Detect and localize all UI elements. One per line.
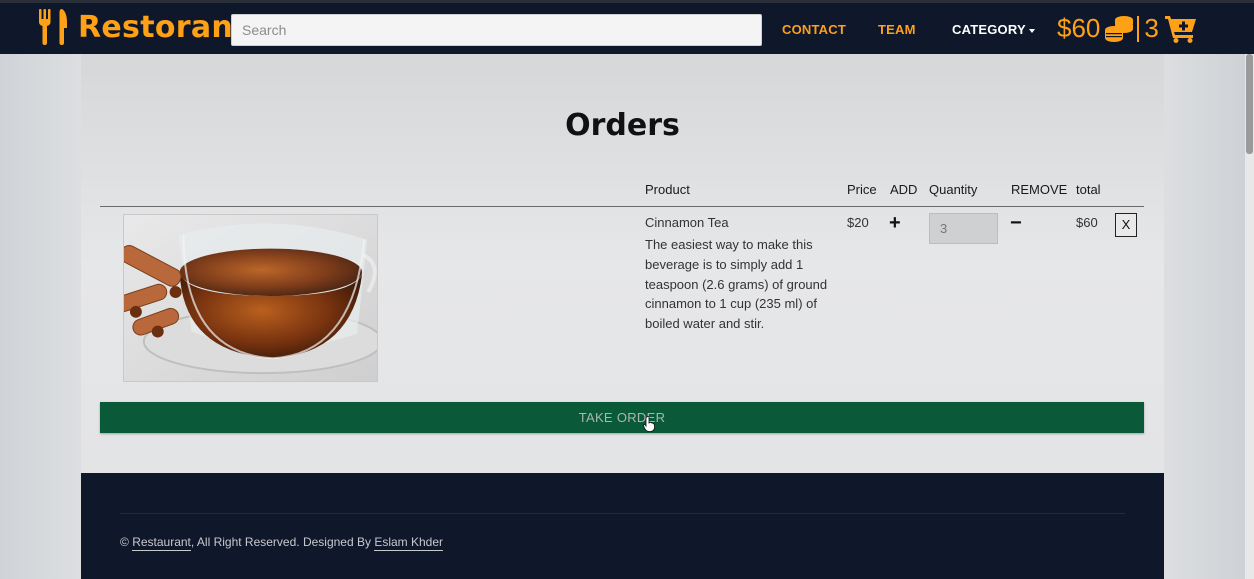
navbar: Restoran CONTACT TEAM CATEGORY $60 3: [0, 0, 1254, 54]
quantity-field[interactable]: [929, 213, 998, 244]
line-total: $60: [1076, 215, 1098, 230]
nav-category-label: CATEGORY: [952, 22, 1026, 37]
copyright-text: © Restaurant, All Right Reserved. Design…: [120, 535, 444, 551]
add-quantity-button[interactable]: +: [889, 213, 901, 233]
product-name: Cinnamon Tea: [645, 215, 729, 230]
remove-quantity-button[interactable]: −: [1010, 213, 1022, 233]
page-title: Orders: [565, 108, 680, 143]
cart-plus-icon[interactable]: [1164, 15, 1197, 43]
site-link[interactable]: Restaurant: [132, 535, 191, 551]
header-product: Product: [645, 182, 690, 197]
divider: [1137, 15, 1140, 42]
table-header-divider: [100, 206, 1144, 207]
header-remove: REMOVE: [1011, 182, 1068, 197]
footer: © Restaurant, All Right Reserved. Design…: [81, 473, 1164, 579]
header-add: ADD: [890, 182, 918, 197]
header-quantity: Quantity: [929, 182, 978, 197]
search-input[interactable]: [231, 14, 762, 46]
utensils-icon: [39, 9, 67, 45]
copyright-middle: , All Right Reserved. Designed By: [190, 535, 375, 549]
header-price: Price: [847, 182, 877, 197]
scrollbar-thumb[interactable]: [1246, 54, 1253, 154]
orders-section: Orders Product Price ADD Quantity REMOVE…: [81, 54, 1164, 473]
copyright-symbol: ©: [120, 535, 133, 549]
nav-contact-link[interactable]: CONTACT: [782, 22, 846, 37]
designer-link[interactable]: Eslam Khder: [374, 535, 444, 551]
hand-cursor-icon: [643, 416, 655, 432]
page-background-right: [1164, 54, 1254, 579]
wallet-balance: $60: [1057, 13, 1101, 43]
delete-item-button[interactable]: X: [1115, 213, 1137, 237]
product-image: [123, 214, 378, 382]
chevron-down-icon: [1028, 28, 1035, 33]
brand-link[interactable]: Restoran: [38, 9, 233, 45]
product-description: The easiest way to make this beverage is…: [645, 237, 828, 332]
coins-icon: [1105, 15, 1134, 42]
nav-category-dropdown[interactable]: CATEGORY: [952, 22, 1035, 37]
wallet-cart-summary: $60 3: [1057, 13, 1197, 44]
nav-team-link[interactable]: TEAM: [878, 22, 916, 37]
take-order-button[interactable]: TAKE ORDER: [100, 402, 1144, 433]
page-background-left: [0, 54, 81, 579]
footer-divider: [120, 513, 1125, 514]
cart-count: 3: [1144, 13, 1159, 43]
brand-name: Restoran: [78, 9, 234, 45]
header-total: total: [1076, 182, 1101, 197]
product-price: $20: [847, 215, 869, 230]
